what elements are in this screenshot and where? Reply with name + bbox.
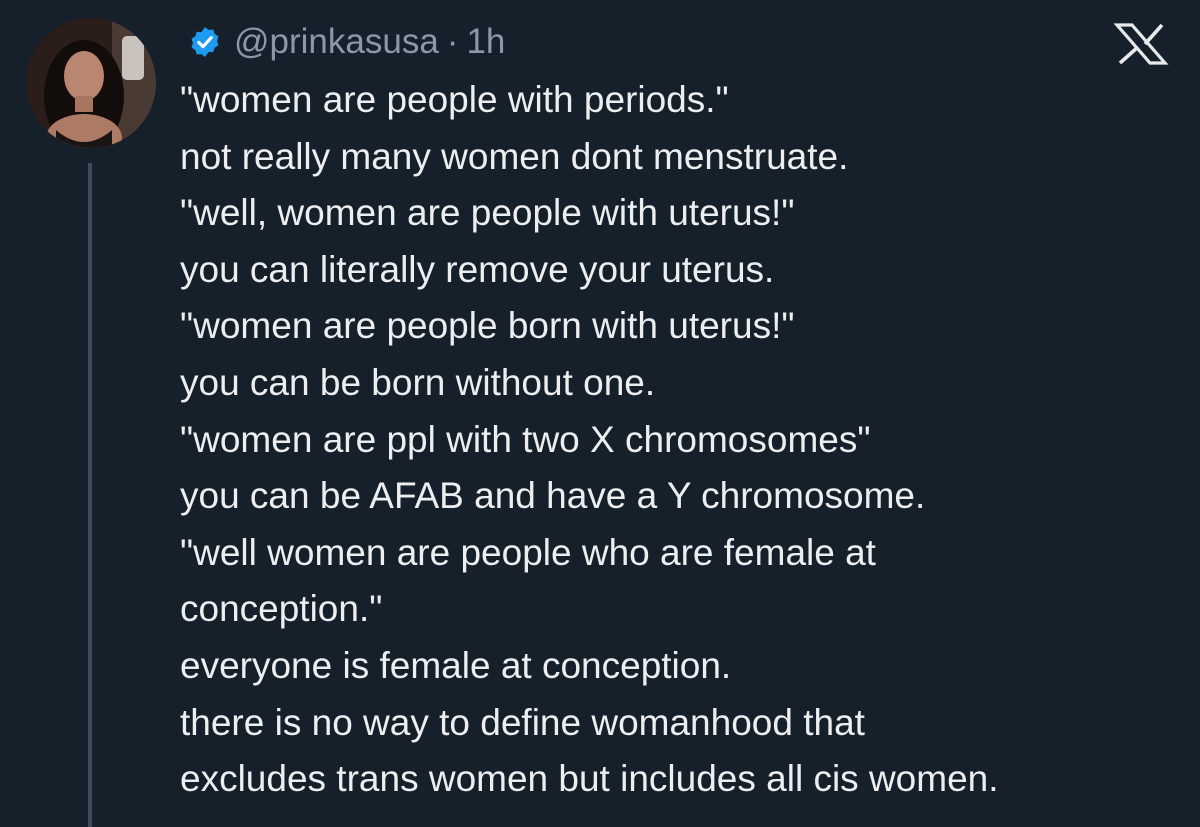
tweet-text-line: "women are ppl with two X chromosomes" [180,418,871,460]
tweet-text-line: "well, women are people with uterus!" [180,192,795,234]
tweet-text-line: "women are people with periods." [180,79,729,120]
timestamp[interactable]: 1h [466,22,505,62]
tweet-text-line: not really many women dont menstruate. [180,135,849,177]
tweet-text-line: you can literally remove your uterus. [180,248,775,290]
tweet-body: "women are people with periods." not rea… [180,72,1190,808]
tweet-text-line: "well women are people who are female at [180,531,876,573]
tweet-text-line: there is no way to define womanhood that [180,701,865,743]
avatar[interactable] [26,18,156,148]
author-handle[interactable]: @prinkasusa [234,22,439,62]
tweet-text-line: "women are people born with uterus!" [180,305,795,347]
thread-line [88,163,92,827]
tweet-text-line: excludes trans women but includes all ci… [180,758,999,800]
header-separator: · [446,22,459,61]
x-logo-icon [1113,23,1169,65]
tweet-header: @prinkasusa · 1h [188,16,505,68]
tweet-text-line: conception." [180,588,383,630]
verified-badge-icon [191,27,219,57]
tweet-text-line: you can be born without one. [180,361,656,403]
tweet-card: @prinkasusa · 1h "women are people with … [0,0,1200,827]
tweet-text-line: everyone is female at conception. [180,644,732,686]
tweet-text-line: you can be AFAB and have a Y chromosome. [180,475,926,517]
